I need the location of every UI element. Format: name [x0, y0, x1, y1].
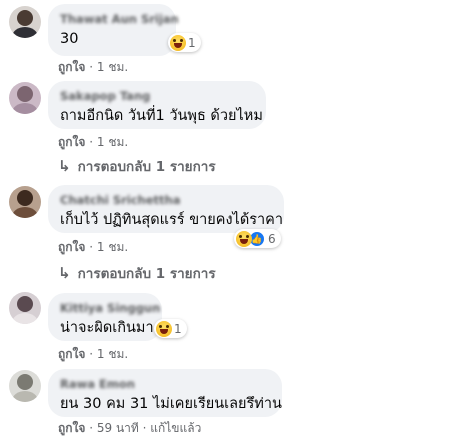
comment-bubble: Chatchi Srichettha เก็บไว้ ปฏิทินสุดแรร์… — [48, 185, 284, 233]
separator: · — [85, 60, 97, 74]
comment-author[interactable]: Thawat Aun Srijan — [60, 12, 179, 27]
comment-actions: ถูกใจ · 59 นาที · แก้ไขแล้ว — [58, 419, 201, 438]
avatar[interactable] — [9, 82, 41, 114]
reaction-summary[interactable]: 1 — [168, 33, 201, 52]
view-replies-link[interactable]: ↳ การตอบกลับ 1 รายการ — [58, 155, 216, 177]
replies-label: การตอบกลับ 1 รายการ — [77, 266, 216, 282]
like-link[interactable]: ถูกใจ — [58, 60, 85, 74]
like-link[interactable]: ถูกใจ — [58, 347, 85, 361]
replies-label: การตอบกลับ 1 รายการ — [77, 159, 216, 175]
avatar[interactable] — [9, 370, 41, 402]
comment-author[interactable]: Rawa Emon — [60, 377, 270, 392]
separator: · — [85, 240, 97, 254]
comment-bubble: Rawa Emon ยน 30 คม 31 ไม่เคยเรียนเลยรึท่… — [48, 369, 282, 417]
comment-actions: ถูกใจ · 1 ชม. — [58, 345, 128, 364]
comment-time[interactable]: 1 ชม. — [97, 240, 128, 254]
reply-arrow-icon: ↳ — [58, 264, 71, 282]
comment-author[interactable]: Chatchi Srichettha — [60, 193, 272, 208]
comment-time[interactable]: 1 ชม. — [97, 135, 128, 149]
reaction-summary[interactable]: 1 — [154, 319, 187, 338]
reaction-count: 6 — [268, 231, 276, 246]
reaction-summary[interactable]: 👍 6 — [234, 229, 281, 248]
avatar[interactable] — [9, 292, 41, 324]
comment-bubble: Thawat Aun Srijan 30 — [48, 4, 179, 56]
comment-bubble: Kittiya Singgun น่าจะผิดเกินมา — [48, 293, 162, 341]
reaction-count: 1 — [174, 321, 182, 336]
comment-text: 30 — [60, 31, 79, 47]
comment-actions: ถูกใจ · 1 ชม. — [58, 133, 128, 152]
avatar[interactable] — [9, 6, 41, 38]
comment-text: ยน 30 คม 31 ไม่เคยเรียนเลยรึท่าน — [60, 396, 282, 412]
separator: · — [85, 347, 97, 361]
comment-text: เก็บไว้ ปฏิทินสุดแรร์ ขายคงได้ราคา — [60, 212, 284, 228]
separator: · — [85, 135, 97, 149]
reply-arrow-icon: ↳ — [58, 157, 71, 175]
comment-actions: ถูกใจ · 1 ชม. — [58, 238, 128, 257]
haha-emoji-icon — [170, 34, 186, 51]
reaction-count: 1 — [188, 35, 196, 50]
avatar[interactable] — [9, 186, 41, 218]
comment-author[interactable]: Kittiya Singgun — [60, 301, 160, 316]
view-replies-link[interactable]: ↳ การตอบกลับ 1 รายการ — [58, 262, 216, 284]
comment-time[interactable]: 1 ชม. — [97, 347, 128, 361]
comment-author[interactable]: Sakapop Tang — [60, 89, 254, 104]
comment-bubble: Sakapop Tang ถามอีกนิด วันที่1 วันพุธ ด้… — [48, 81, 266, 129]
comment-actions: ถูกใจ · 1 ชม. — [58, 58, 128, 77]
like-link[interactable]: ถูกใจ — [58, 135, 85, 149]
haha-emoji-icon — [156, 320, 172, 337]
comment-time[interactable]: 1 ชม. — [97, 60, 128, 74]
haha-emoji-icon — [236, 230, 252, 247]
like-link[interactable]: ถูกใจ — [58, 240, 85, 254]
comment-text: น่าจะผิดเกินมา — [60, 320, 154, 336]
comment-text: ถามอีกนิด วันที่1 วันพุธ ด้วยไหม — [60, 108, 263, 124]
